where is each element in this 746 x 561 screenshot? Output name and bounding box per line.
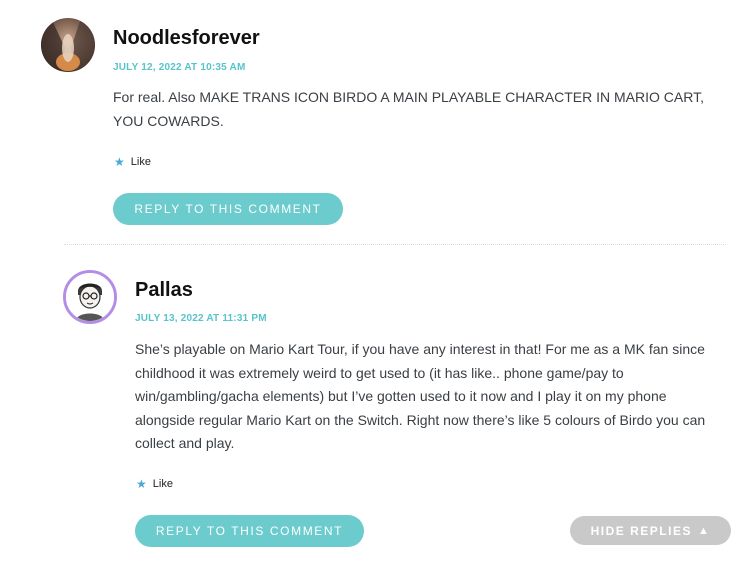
star-icon: ★ (114, 155, 125, 169)
like-button[interactable]: ★ Like (136, 478, 173, 490)
hide-replies-button[interactable]: HIDE REPLIES ▲ (570, 516, 731, 545)
like-button[interactable]: ★ Like (114, 156, 151, 168)
reply-button[interactable]: REPLY TO THIS COMMENT (113, 193, 343, 225)
reply-button[interactable]: REPLY TO THIS COMMENT (135, 515, 364, 547)
comment-date[interactable]: JULY 12, 2022 AT 10:35 AM (113, 62, 245, 73)
avatar-illustration-icon (66, 273, 114, 321)
like-label: Like (130, 156, 151, 168)
avatar[interactable] (41, 18, 95, 72)
hide-replies-label: HIDE REPLIES (590, 523, 692, 538)
comment-author[interactable]: Pallas (135, 279, 193, 302)
avatar[interactable] (63, 270, 117, 324)
triangle-up-icon: ▲ (697, 524, 711, 537)
like-label: Like (152, 478, 173, 490)
avatar-photo-icon (41, 18, 95, 72)
comment-author[interactable]: Noodlesforever (113, 27, 260, 50)
divider (64, 244, 726, 245)
comment-body: She’s playable on Mario Kart Tour, if yo… (135, 341, 706, 451)
comment-body: For real. Also MAKE TRANS ICON BIRDO A M… (113, 89, 704, 129)
star-icon: ★ (136, 477, 147, 491)
comment-date[interactable]: JULY 13, 2022 AT 11:31 PM (135, 313, 267, 324)
